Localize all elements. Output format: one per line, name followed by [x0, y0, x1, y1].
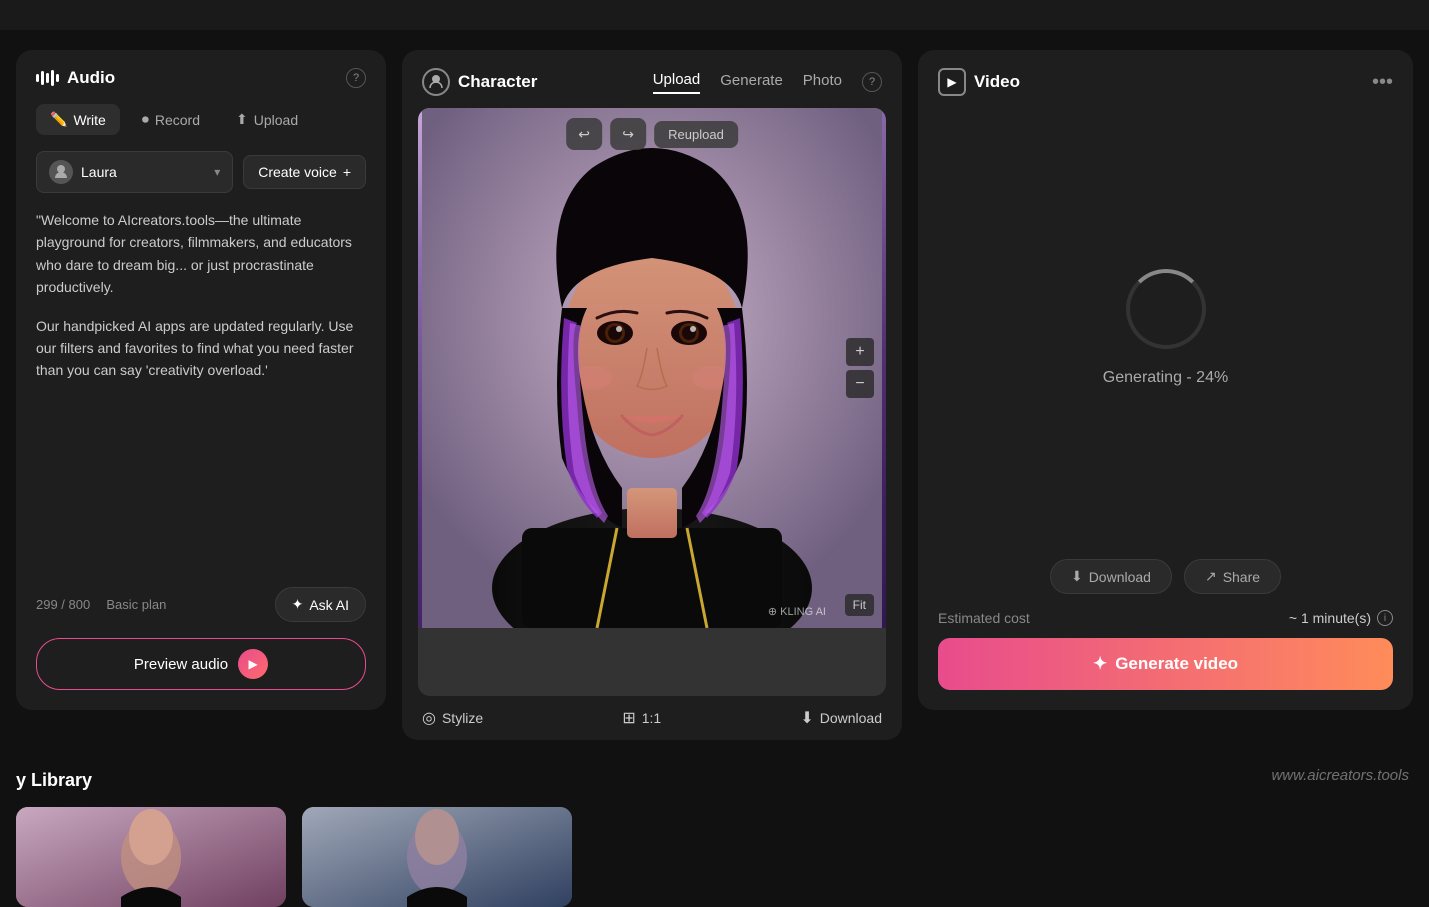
video-icon: ▶ [938, 68, 966, 96]
voice-row: Laura ▾ Create voice + [36, 151, 366, 193]
video-generating-section: Generating - 24% [938, 116, 1393, 539]
audio-wave-icon [36, 70, 59, 86]
loading-spinner [1126, 269, 1206, 349]
main-content: Audio ? ✏️ Write ⏺ Record ⬆ Upload [0, 30, 1429, 740]
audio-title: Audio [67, 68, 115, 88]
zoom-in-button[interactable]: + [846, 338, 874, 366]
video-menu-icon[interactable]: ••• [1372, 71, 1393, 94]
generate-video-button[interactable]: ✦ Generate video [938, 638, 1393, 690]
top-bar [0, 0, 1429, 30]
record-tab[interactable]: ⏺ Record [128, 104, 214, 135]
sparkle-icon: ✦ [292, 596, 304, 613]
share-video-button[interactable]: ↗ Share [1184, 559, 1281, 594]
voice-selector[interactable]: Laura ▾ [36, 151, 233, 193]
watermark: www.aicreators.tools [1271, 767, 1409, 784]
download-character-action[interactable]: ⬇ Download [800, 708, 882, 728]
library-img-2-svg [302, 807, 572, 907]
library-images [16, 807, 1413, 907]
voice-name: Laura [81, 164, 206, 180]
library-title: y Library [16, 770, 1413, 791]
chevron-down-icon: ▾ [214, 165, 220, 179]
video-header: ▶ Video ••• [938, 68, 1393, 96]
download-video-button[interactable]: ⬇ Download [1050, 559, 1172, 594]
fit-button[interactable]: Fit [845, 594, 874, 616]
library-image-2[interactable] [302, 807, 572, 907]
share-icon: ↗ [1205, 568, 1217, 585]
download-icon: ⬇ [800, 708, 813, 728]
estimated-cost-label: Estimated cost [938, 610, 1030, 626]
undo-button[interactable]: ↩ [566, 118, 602, 150]
estimated-cost-value: ~ 1 minute(s) i [1289, 610, 1393, 626]
upload-icon: ⬆ [236, 111, 248, 128]
photo-char-tab[interactable]: Photo [803, 72, 842, 93]
aspect-ratio-action[interactable]: ⊞ 1:1 [622, 708, 661, 728]
character-tabs: Upload Generate Photo ? [653, 71, 882, 94]
sparkle-generate-icon: ✦ [1093, 654, 1107, 674]
reupload-button[interactable]: Reupload [654, 121, 738, 148]
cost-info-icon[interactable]: i [1377, 610, 1393, 626]
video-action-row: ⬇ Download ↗ Share [938, 559, 1393, 594]
write-tab[interactable]: ✏️ Write [36, 104, 120, 135]
video-title: Video [974, 72, 1020, 92]
audio-tab-row: ✏️ Write ⏺ Record ⬆ Upload [36, 104, 366, 135]
character-portrait-svg [418, 108, 886, 628]
character-bottom-bar: ◎ Stylize ⊞ 1:1 ⬇ Download [402, 696, 902, 740]
forward-button[interactable]: ↪ [610, 118, 646, 150]
voice-avatar [49, 160, 73, 184]
audio-text-p1: "Welcome to AIcreators.tools—the ultimat… [36, 209, 366, 299]
create-voice-button[interactable]: Create voice + [243, 155, 366, 189]
video-title-row: ▶ Video [938, 68, 1020, 96]
character-help-icon[interactable]: ? [862, 72, 882, 92]
character-header: Character Upload Generate Photo ? [402, 50, 902, 108]
kling-watermark: ⊕ KLING AI [768, 605, 826, 618]
upload-char-tab[interactable]: Upload [653, 71, 701, 94]
video-card: ▶ Video ••• Generating - 24% ⬇ Download … [918, 50, 1413, 710]
preview-audio-button[interactable]: Preview audio ▶ [36, 638, 366, 690]
audio-help-icon[interactable]: ? [346, 68, 366, 88]
ask-ai-button[interactable]: ✦ Ask AI [275, 587, 366, 622]
zoom-out-button[interactable]: − [846, 370, 874, 398]
download-video-icon: ⬇ [1071, 568, 1083, 585]
audio-title-row: Audio [36, 68, 115, 88]
image-controls: ↩ ↪ Reupload [566, 118, 738, 150]
character-image: ↩ ↪ Reupload + − Fit ⊕ KLING AI [418, 108, 886, 628]
upload-tab[interactable]: ⬆ Upload [222, 104, 312, 135]
audio-card: Audio ? ✏️ Write ⏺ Record ⬆ Upload [16, 50, 386, 710]
character-card: Character Upload Generate Photo ? [402, 50, 902, 740]
generate-char-tab[interactable]: Generate [720, 72, 783, 93]
audio-text-content: "Welcome to AIcreators.tools—the ultimat… [36, 209, 366, 571]
word-count: 299 / 800 Basic plan [36, 596, 166, 614]
library-section: y Library [0, 740, 1429, 907]
play-icon: ▶ [238, 649, 268, 679]
record-icon: ⏺ [142, 111, 149, 128]
audio-card-header: Audio ? [36, 68, 366, 88]
audio-text-p2: Our handpicked AI apps are updated regul… [36, 315, 366, 382]
library-image-1[interactable] [16, 807, 286, 907]
zoom-controls: + − [846, 338, 874, 398]
generating-text: Generating - 24% [1103, 369, 1228, 387]
stylize-icon: ◎ [422, 708, 436, 728]
write-icon: ✏️ [50, 111, 67, 128]
character-image-container: ↩ ↪ Reupload + − Fit ⊕ KLING AI [418, 108, 886, 696]
character-title: Character [458, 72, 537, 92]
audio-bottom-row: 299 / 800 Basic plan ✦ Ask AI [36, 587, 366, 622]
estimated-cost-row: Estimated cost ~ 1 minute(s) i [938, 610, 1393, 626]
character-title-row: Character [422, 68, 537, 96]
stylize-action[interactable]: ◎ Stylize [422, 708, 483, 728]
library-img-1-svg [16, 807, 286, 907]
aspect-ratio-icon: ⊞ [622, 708, 635, 728]
character-avatar-icon [422, 68, 450, 96]
